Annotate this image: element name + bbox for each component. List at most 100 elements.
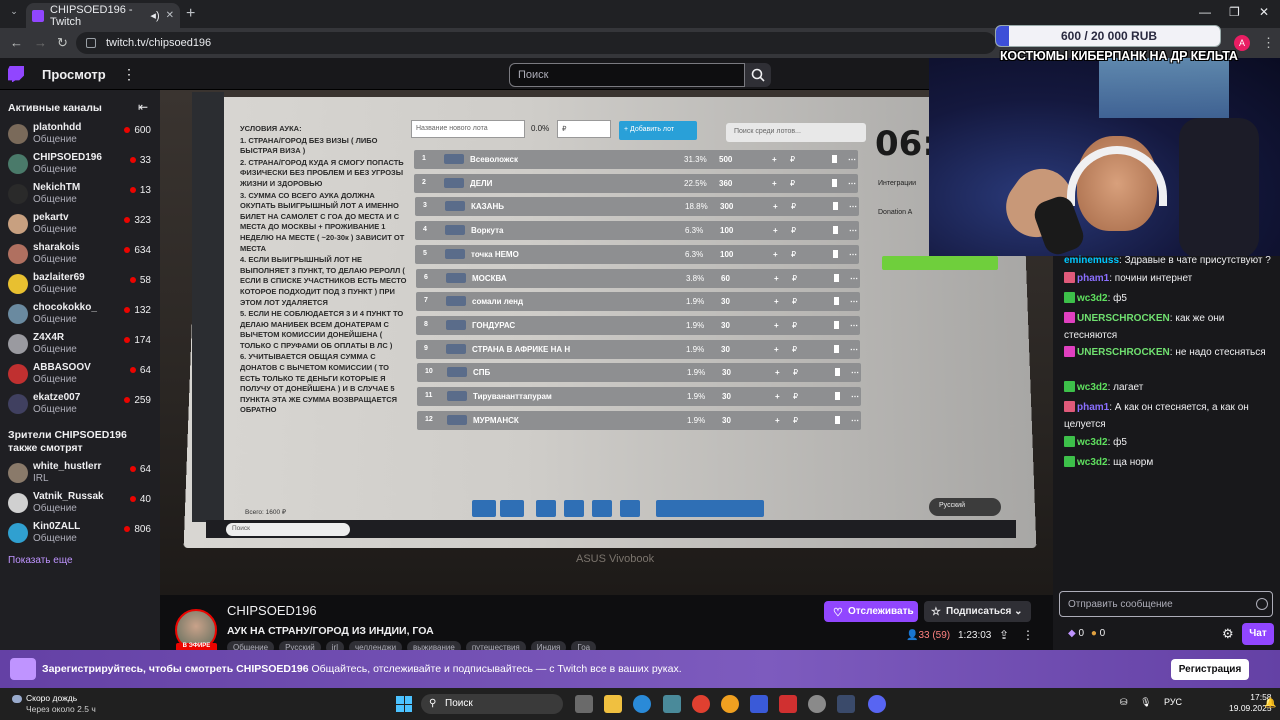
chat-input[interactable]: Отправить сообщение — [1059, 591, 1273, 617]
save-icon — [564, 500, 584, 517]
condition-line: 4. ЕСЛИ ВЫИГРЫШНЫЙ ЛОТ НЕ ВЫПОЛНЯЕТ 3 ПУ… — [240, 255, 407, 307]
chat-username[interactable]: eminemuss — [1064, 255, 1119, 266]
show-more-link[interactable]: Показать еще — [8, 555, 73, 566]
lot-name: точка НЕМО — [471, 249, 519, 259]
donation-goal-title: КОСТЮМЫ КИБЕРПАНК НА ДР КЕЛЬТА — [1000, 49, 1238, 63]
channel-name: CHIPSOED196 — [33, 152, 102, 163]
lot-name: КАЗАНЬ — [471, 202, 504, 212]
start-icon[interactable] — [396, 696, 412, 712]
channel-item[interactable]: pekartv Общение 323 — [0, 211, 160, 241]
chat-username[interactable]: wc3d2 — [1077, 293, 1108, 304]
green-button — [882, 256, 998, 270]
register-button[interactable]: Регистрация — [1171, 659, 1249, 680]
emoji-icon[interactable] — [1256, 598, 1268, 610]
app-icon[interactable] — [779, 695, 797, 713]
app-icon[interactable] — [721, 695, 739, 713]
taskbar-search[interactable]: ⚲ Поиск — [421, 694, 563, 714]
lot-number: 1 — [422, 155, 426, 162]
mic-icon: 🎙 — [1140, 697, 1152, 707]
file-explorer-icon[interactable] — [604, 695, 622, 713]
channel-item[interactable]: NekichTM Общение 13 — [0, 181, 160, 211]
close-tab-icon[interactable]: ✕ — [166, 10, 174, 21]
chat-username[interactable]: pham1 — [1077, 273, 1109, 284]
reload-icon[interactable]: ↻ — [57, 35, 68, 51]
chat-send-button[interactable]: Чат — [1242, 623, 1274, 645]
chat-username[interactable]: UNERSCHROCKEN — [1077, 347, 1170, 358]
app-icon[interactable] — [663, 695, 681, 713]
chat-message: wc3d2: ща норм — [1064, 454, 1274, 471]
lot-percent: 1.9% — [686, 297, 705, 307]
ruble-label: ₽ — [792, 273, 798, 283]
chat-username[interactable]: wc3d2 — [1077, 437, 1108, 448]
maximize-icon[interactable]: ❐ — [1229, 5, 1240, 19]
lot-row: 10 СПБ 1.9% 30 + ₽ ⋯ — [417, 363, 861, 383]
chat-username[interactable]: wc3d2 — [1077, 457, 1108, 468]
lot-search-field: Поиск среди лотов... — [726, 123, 866, 142]
steam-icon[interactable] — [837, 695, 855, 713]
chat-username[interactable]: wc3d2 — [1077, 382, 1108, 393]
obs-icon[interactable] — [808, 695, 826, 713]
channel-item[interactable]: sharakois Общение 634 — [0, 241, 160, 271]
channel-name: Kin0ZALL — [33, 521, 81, 532]
subscribe-button[interactable]: ☆ Подписаться ⌄ — [924, 601, 1031, 622]
channel-item[interactable]: bazlaiter69 Общение 58 — [0, 271, 160, 301]
twitch-favicon-icon — [32, 9, 44, 22]
lot-name: ДЕЛИ — [470, 178, 493, 188]
channel-item[interactable]: ABBASOOV Общение 64 — [0, 361, 160, 391]
channel-item[interactable]: CHIPSOED196 Общение 33 — [0, 151, 160, 181]
share-icon[interactable]: ⇪ — [999, 628, 1009, 642]
browser-menu-icon[interactable]: ⋮ — [1262, 35, 1275, 51]
glitch-icon — [10, 658, 36, 680]
minimize-icon[interactable]: — — [1199, 5, 1211, 19]
lot-row: 3 КАЗАНЬ 18.8% 300 + ₽ ⋯ — [415, 197, 859, 217]
tab-list-icon[interactable]: ⌄ — [6, 6, 22, 22]
condition-line: 5. ЕСЛИ НЕ СОБЛЮДАЕТСЯ 3 И 4 ПУНКТ ТО ДЕ… — [240, 309, 404, 350]
channel-item[interactable]: chocokokko_ Общение 132 — [0, 301, 160, 331]
channel-item[interactable]: white_hustlerr IRL 64 — [0, 460, 160, 490]
search-input[interactable]: Поиск — [509, 63, 745, 87]
follow-button[interactable]: ♡ Отслеживать — [824, 601, 918, 622]
close-window-icon[interactable]: ✕ — [1259, 5, 1269, 19]
url-field[interactable]: twitch.tv/chipsoed196 — [76, 32, 996, 54]
channel-avatar — [8, 463, 28, 483]
lot-name: Тирувананттапурам — [473, 392, 552, 401]
more-icon[interactable]: ⋮ — [122, 66, 136, 83]
weather-widget[interactable]: Скоро дождь Через около 2.5 ч — [12, 693, 96, 715]
viewer-count-value: 132 — [134, 305, 151, 316]
chat-username[interactable]: UNERSCHROCKEN — [1077, 313, 1170, 324]
lot-percent: 1.9% — [686, 320, 705, 330]
forward-icon[interactable]: → — [34, 35, 47, 50]
chat-message: pham1: А как он стесняется, а как он цел… — [1064, 399, 1274, 433]
search-button[interactable] — [745, 63, 771, 87]
live-dot-icon — [129, 187, 136, 193]
chrome-icon[interactable] — [692, 695, 710, 713]
task-view-icon[interactable] — [575, 695, 593, 713]
channel-item[interactable]: Vatnik_Russak Общение 40 — [0, 490, 160, 520]
collapse-sidebar-icon[interactable]: ⇤ — [138, 100, 148, 114]
edge-icon[interactable] — [633, 695, 651, 713]
channel-viewers: 64 — [129, 365, 151, 376]
chart-app-icon[interactable] — [750, 695, 768, 713]
new-tab-icon[interactable]: + — [186, 5, 195, 23]
notification-icon[interactable]: 🔔 — [1264, 698, 1276, 709]
channel-item[interactable]: platonhdd Общение 600 — [0, 121, 160, 151]
channel-item[interactable]: Z4X4R Общение 174 — [0, 331, 160, 361]
mute-icon[interactable]: ◂) — [150, 9, 159, 22]
more-options-icon[interactable]: ⋮ — [1022, 628, 1034, 642]
channel-item[interactable]: ekatze007 Общение 259 — [0, 391, 160, 421]
chat-username[interactable]: pham1 — [1077, 402, 1109, 413]
browser-tab[interactable]: CHIPSOED196 - Twitch ◂) ✕ — [26, 3, 180, 28]
streamer-name[interactable]: CHIPSOED196 — [227, 603, 317, 618]
laptop-search: Поиск — [226, 523, 350, 536]
back-icon[interactable]: ← — [10, 35, 23, 50]
channel-category: Общение — [33, 374, 77, 385]
discord-icon[interactable] — [868, 695, 886, 713]
more-icon: ⋯ — [850, 344, 858, 354]
channel-points[interactable]: ◆ 0 ● 0 — [1068, 628, 1105, 639]
system-tray[interactable]: ⛁ 🎙 РУС — [1120, 697, 1182, 708]
laptop-brand: ASUS Vivobook — [576, 553, 655, 565]
site-info-icon[interactable] — [86, 38, 96, 48]
channel-item[interactable]: Kin0ZALL Общение 806 — [0, 520, 160, 550]
chat-settings-icon[interactable]: ⚙ — [1222, 626, 1234, 642]
browse-link[interactable]: Просмотр — [42, 67, 106, 82]
